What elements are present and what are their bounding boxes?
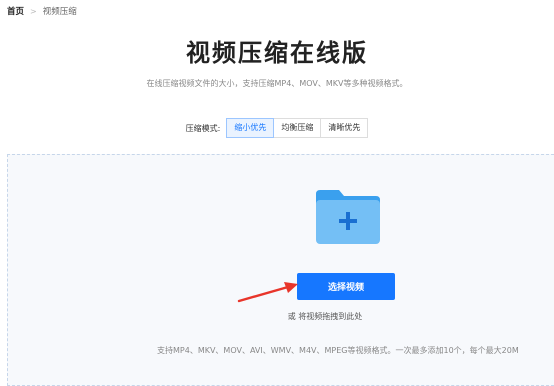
page-title: 视频压缩在线版 (186, 39, 368, 67)
drag-drop-hint: 或 将视频拖拽到此处 (287, 312, 363, 321)
mode-option-balanced[interactable]: 均衡压缩 (273, 118, 322, 138)
red-arrow-icon (237, 282, 298, 303)
compression-mode-selector: 压缩模式: 缩小优先 均衡压缩 清晰优先 (0, 118, 554, 138)
breadcrumb-current: 视频压缩 (42, 7, 77, 17)
supported-formats-note: 支持MP4、MKV、MOV、AVI、WMV、M4V、MPEG等视频格式。一次最多… (157, 346, 519, 355)
breadcrumb: 首页 > 视频压缩 (7, 6, 77, 18)
page-subtitle: 在线压缩视频文件的大小，支持压缩MP4、MOV、MKV等多种视频格式。 (146, 79, 408, 88)
select-video-button[interactable]: 选择视频 (297, 273, 395, 300)
mode-option-shrink-first[interactable]: 缩小优先 (226, 118, 275, 138)
compression-mode-label: 压缩模式: (185, 123, 221, 133)
breadcrumb-separator: > (30, 7, 37, 16)
mode-option-clarity-first[interactable]: 清晰优先 (320, 118, 369, 138)
breadcrumb-home[interactable]: 首页 (7, 6, 24, 18)
folder-add-icon[interactable] (313, 184, 383, 244)
